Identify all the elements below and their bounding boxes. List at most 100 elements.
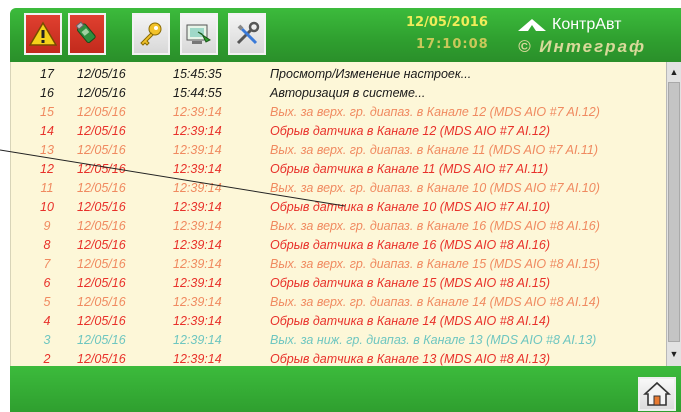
event-row[interactable]: 12 12/05/16 12:39:14 Обрыв датчика в Канале… (11, 159, 667, 179)
event-time: 12:39:14 (173, 276, 222, 290)
event-message: Обрыв датчика в Канале 13 (MDS AIO #8 AI… (270, 352, 550, 366)
event-time: 12:39:14 (173, 124, 222, 138)
event-message: Обрыв датчика в Канале 15 (MDS AIO #8 AI… (270, 276, 550, 290)
home-icon (643, 381, 671, 406)
event-row[interactable]: 13 12/05/16 12:39:14 Вых. за верх. гр. диап… (11, 140, 667, 160)
event-row[interactable]: 16 12/05/16 15:44:55 Авторизация в системе.… (11, 83, 667, 103)
event-log-scrollbar[interactable]: ▲ ▼ (666, 62, 681, 366)
brand-product: Интеграф (539, 37, 647, 56)
event-row[interactable]: 9 12/05/16 12:39:14 Вых. за верх. гр. диапа… (11, 216, 667, 236)
event-message: Вых. за ниж. гр. диапаз. в Канале 13 (MD… (270, 333, 597, 347)
event-date: 12/05/16 (77, 143, 126, 157)
home-button[interactable] (638, 377, 676, 411)
event-date: 12/05/16 (77, 276, 126, 290)
warning-triangle-icon (29, 21, 57, 46)
event-row[interactable]: 2 12/05/16 12:39:14 Обрыв датчика в Канале … (11, 349, 667, 366)
event-row[interactable]: 7 12/05/16 12:39:14 Вых. за верх. гр. диапа… (11, 254, 667, 274)
scroll-thumb[interactable] (668, 82, 680, 342)
event-time: 12:39:14 (173, 143, 222, 157)
event-time: 12:39:14 (173, 257, 222, 271)
current-time: 17:10:08 (416, 37, 489, 52)
event-time: 12:39:14 (173, 162, 222, 176)
event-message: Просмотр/Изменение настроек... (270, 67, 472, 81)
event-time: 12:39:14 (173, 200, 222, 214)
event-row[interactable]: 17 12/05/16 15:45:35 Просмотр/Изменение нас… (11, 64, 667, 84)
event-row[interactable]: 3 12/05/16 12:39:14 Вых. за ниж. гр. диапаз… (11, 330, 667, 350)
tools-icon (236, 21, 260, 45)
event-date: 12/05/16 (77, 295, 126, 309)
event-number: 3 (43, 333, 51, 347)
event-number: 5 (43, 295, 51, 309)
event-number: 9 (43, 219, 51, 233)
event-row[interactable]: 10 12/05/16 12:39:14 Обрыв датчика в Канале… (11, 197, 667, 217)
alarms-button[interactable] (24, 13, 62, 55)
top-toolbar: 12/05/2016 17:10:08 КонтрАвт © Интеграф (10, 8, 681, 62)
copyright-mark: © (518, 37, 533, 56)
event-log-list[interactable]: 17 12/05/16 15:45:35 Просмотр/Изменение нас… (10, 62, 667, 366)
event-date: 12/05/16 (77, 352, 126, 366)
scroll-down-icon[interactable]: ▼ (667, 346, 681, 362)
event-row[interactable]: 5 12/05/16 12:39:14 Вых. за верх. гр. диапа… (11, 292, 667, 312)
event-message: Вых. за верх. гр. диапаз. в Канале 11 (M… (270, 143, 599, 157)
event-message: Вых. за верх. гр. диапаз. в Канале 12 (M… (270, 105, 600, 119)
kontravt-logo-icon (518, 18, 546, 31)
event-row[interactable]: 15 12/05/16 12:39:14 Вых. за верх. гр. диап… (11, 102, 667, 122)
event-number: 8 (43, 238, 51, 252)
usb-export-button[interactable] (68, 13, 106, 55)
bottom-toolbar (10, 366, 681, 412)
event-date: 12/05/16 (77, 67, 126, 81)
event-date: 12/05/16 (77, 219, 126, 233)
event-time: 15:44:55 (173, 86, 222, 100)
event-message: Авторизация в системе... (270, 86, 426, 100)
screen-settings-icon (186, 24, 211, 44)
event-number: 10 (40, 200, 54, 214)
event-number: 6 (43, 276, 51, 290)
event-message: Вых. за верх. гр. диапаз. в Канале 15 (M… (270, 257, 600, 271)
event-message: Обрыв датчика в Канале 16 (MDS AIO #8 AI… (270, 238, 550, 252)
event-row[interactable]: 8 12/05/16 12:39:14 Обрыв датчика в Канале … (11, 235, 667, 255)
event-message: Обрыв датчика в Канале 11 (MDS AIO #7 AI… (270, 162, 549, 176)
event-message: Вых. за верх. гр. диапаз. в Канале 14 (M… (270, 295, 600, 309)
brand-logo: КонтрАвт © Интеграф (518, 14, 681, 58)
event-number: 7 (43, 257, 51, 271)
event-number: 2 (43, 352, 51, 366)
event-message: Обрыв датчика в Канале 10 (MDS AIO #7 AI… (270, 200, 550, 214)
event-date: 12/05/16 (77, 181, 126, 195)
usb-stick-icon (75, 21, 96, 44)
event-date: 12/05/16 (77, 124, 126, 138)
event-number: 14 (40, 124, 54, 138)
event-row[interactable]: 14 12/05/16 12:39:14 Обрыв датчика в Канале… (11, 121, 667, 141)
event-date: 12/05/16 (77, 333, 126, 347)
event-time: 12:39:14 (173, 105, 222, 119)
service-button[interactable] (228, 13, 266, 55)
event-number: 4 (43, 314, 51, 328)
event-date: 12/05/16 (77, 257, 126, 271)
event-number: 15 (40, 105, 54, 119)
brand-name: КонтрАвт (552, 16, 622, 33)
event-time: 12:39:14 (173, 219, 222, 233)
event-time: 12:39:14 (173, 352, 222, 366)
event-time: 12:39:14 (173, 295, 222, 309)
event-row[interactable]: 4 12/05/16 12:39:14 Обрыв датчика в Канале … (11, 311, 667, 331)
event-message: Обрыв датчика в Канале 12 (MDS AIO #7 AI… (270, 124, 550, 138)
event-date: 12/05/16 (77, 105, 126, 119)
event-time: 12:39:14 (173, 181, 222, 195)
screen-settings-button[interactable] (180, 13, 218, 55)
event-time: 12:39:14 (173, 333, 222, 347)
datetime-display: 12/05/2016 17:10:08 (406, 12, 516, 56)
event-time: 12:39:14 (173, 238, 222, 252)
event-date: 12/05/16 (77, 200, 126, 214)
event-row[interactable]: 11 12/05/16 12:39:14 Вых. за верх. гр. диап… (11, 178, 667, 198)
event-number: 12 (40, 162, 54, 176)
scroll-up-icon[interactable]: ▲ (667, 64, 681, 80)
event-date: 12/05/16 (77, 314, 126, 328)
event-row[interactable]: 6 12/05/16 12:39:14 Обрыв датчика в Канале … (11, 273, 667, 293)
event-time: 15:45:35 (173, 67, 222, 81)
event-number: 17 (40, 67, 54, 81)
event-message: Вых. за верх. гр. диапаз. в Канале 16 (M… (270, 219, 600, 233)
current-date: 12/05/2016 (406, 15, 488, 30)
login-button[interactable] (132, 13, 170, 55)
event-number: 13 (40, 143, 54, 157)
event-date: 12/05/16 (77, 162, 126, 176)
event-message: Обрыв датчика в Канале 14 (MDS AIO #8 AI… (270, 314, 550, 328)
